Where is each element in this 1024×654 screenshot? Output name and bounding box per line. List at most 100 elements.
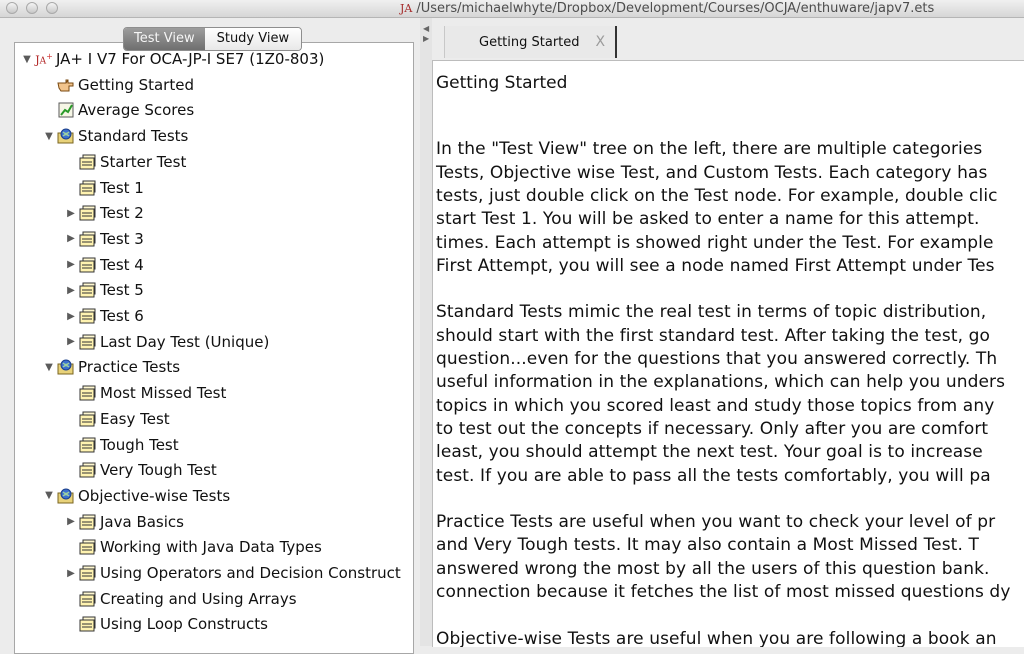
tree-item-label: Objective-wise Tests [78,486,231,505]
tree-item[interactable]: ▶ Last Day Test (Unique) [65,330,269,354]
test-icon [79,282,97,298]
app-logo-icon: JA [400,2,413,15]
tree-item[interactable]: ▶ Test 5 [65,278,144,302]
collapsed-triangle-icon[interactable]: ▶ [65,516,77,527]
expanded-triangle-icon[interactable]: ▼ [43,131,55,142]
content-text-line: topics in which you scored least and stu… [436,395,995,416]
tree-item[interactable]: Getting Started [43,73,194,97]
tree-item-label: Test 1 [100,178,144,197]
collapsed-triangle-icon[interactable]: ▶ [65,311,77,322]
content-text-line: times. Each attempt is showed right unde… [436,232,994,253]
expanded-triangle-icon[interactable]: ▼ [43,490,55,501]
collapsed-triangle-icon[interactable]: ▶ [65,259,77,270]
tree-item[interactable]: Using Loop Constructs [65,612,268,636]
tree-item[interactable]: ▶ Java Basics [65,510,184,534]
window-title-text: /Users/michaelwhyte/Dropbox/Development/… [416,1,935,16]
study-view-button[interactable]: Study View [204,28,302,50]
test-icon [79,205,97,221]
test-icon [79,437,97,453]
test-icon [79,565,97,581]
collapsed-triangle-icon[interactable]: ▶ [65,208,77,219]
tree-item[interactable]: ▼ Objective-wise Tests [43,484,230,508]
tree-item-label: Using Loop Constructs [100,615,268,634]
tree-item[interactable]: ▶ Test 2 [65,201,144,225]
content-heading: Getting Started [436,73,568,93]
tree-item[interactable]: Very Tough Test [65,458,217,482]
tree-item[interactable]: ▶ Test 4 [65,253,144,277]
content-text-line: should start with the first standard tes… [436,325,990,346]
tree-item-label: Working with Java Data Types [100,538,322,557]
tree-item-label: Easy Test [100,409,170,428]
collapsed-triangle-icon[interactable]: ▶ [65,336,77,347]
expand-right-arrow-icon[interactable]: ▶ [423,34,429,43]
view-toggle: Test View Study View [123,27,303,51]
content-text-line: start Test 1. You will be asked to enter… [436,209,980,230]
tree-item-label: JA+ I V7 For OCA-JP-I SE7 (1Z0-803) [56,50,325,68]
collapsed-triangle-icon[interactable]: ▶ [65,285,77,296]
content-text-line: In the "Test View" tree on the left, the… [436,139,983,160]
collapsed-triangle-icon[interactable]: ▶ [65,233,77,244]
tree-item[interactable]: Test 1 [65,176,144,200]
content-text-line: Practice Tests are useful when you want … [436,512,996,533]
tree-item-label: Average Scores [78,101,195,120]
ja-logo-icon: JA+ [35,51,53,67]
test-icon [79,308,97,324]
content-text-line: test. If you are able to pass all the te… [436,465,991,486]
test-icon [79,514,97,530]
tree-item[interactable]: ▶ Using Operators and Decision Construct [65,561,401,585]
test-tree[interactable]: ▼ JA+ JA+ I V7 For OCA-JP-I SE7 (1Z0-803) G… [14,42,414,654]
left-pane: ▼ JA+ JA+ I V7 For OCA-JP-I SE7 (1Z0-803) G… [0,18,420,654]
tree-item-label: Test 6 [100,307,144,325]
test-icon [79,411,97,427]
collapse-left-arrow-icon[interactable]: ◀ [423,24,429,33]
tree-item-label: Starter Test [100,152,187,171]
tree-item[interactable]: ▶ Test 6 [65,304,144,328]
tree-item[interactable]: ▼ Standard Tests [43,124,188,148]
tab-getting-started[interactable]: Getting Started X [444,26,617,58]
content-text-line: least, you should attempt the next test.… [436,442,983,463]
tree-item-label: Tough Test [100,435,179,454]
globe-folder-icon [57,359,75,375]
close-window-button[interactable] [6,2,18,14]
window-title: JA /Users/michaelwhyte/Dropbox/Developme… [400,0,934,17]
zoom-window-button[interactable] [46,2,58,14]
expanded-triangle-icon[interactable]: ▼ [21,54,33,65]
test-view-button[interactable]: Test View [124,28,205,50]
tree-item[interactable]: ▼ Practice Tests [43,355,180,379]
content-text-line: to test out the concepts if necessary. O… [436,418,989,439]
tree-item[interactable]: Most Missed Test [65,381,226,405]
tab-close-button[interactable]: X [596,34,606,50]
content-text-line: useful information in the explanations, … [436,372,1006,393]
tree-item-label: Using Operators and Decision Construct [100,564,401,582]
pointing-hand-icon [57,77,75,93]
globe-folder-icon [57,488,75,504]
test-icon [79,539,97,555]
tree-item-label: Java Basics [100,512,184,531]
tab-strip: Getting Started X [432,18,1024,60]
content-text-line: tests, just double click on the Test nod… [436,185,998,206]
content-panel[interactable]: Getting Started In the "Test View" tree … [432,60,1024,647]
tree-item[interactable]: ▶ Test 3 [65,227,144,251]
content-text-line: Objective-wise Tests are useful when you… [436,628,997,647]
tree-item-label: Test 3 [100,229,144,248]
collapsed-triangle-icon[interactable]: ▶ [65,568,77,579]
tree-item[interactable]: Starter Test [65,150,186,174]
globe-folder-icon [57,128,75,144]
test-icon [79,334,97,350]
tree-item[interactable]: Easy Test [65,407,170,431]
test-icon [79,616,97,632]
test-icon [79,385,97,401]
expanded-triangle-icon[interactable]: ▼ [43,362,55,373]
test-icon [79,180,97,196]
content-text-line: Standard Tests mimic the real test in te… [436,302,987,323]
tree-item[interactable]: Creating and Using Arrays [65,587,297,611]
test-icon [79,257,97,273]
split-pane-divider[interactable]: ◀ ▶ [420,18,432,646]
tree-item[interactable]: Tough Test [65,433,179,457]
tree-item[interactable]: Average Scores [43,98,194,122]
tree-item[interactable]: Working with Java Data Types [65,535,322,559]
test-icon [79,462,97,478]
content-text-line: Tests, Objective wise Test, and Custom T… [436,162,988,183]
tree-item-label: Standard Tests [78,127,189,146]
minimize-window-button[interactable] [26,2,38,14]
